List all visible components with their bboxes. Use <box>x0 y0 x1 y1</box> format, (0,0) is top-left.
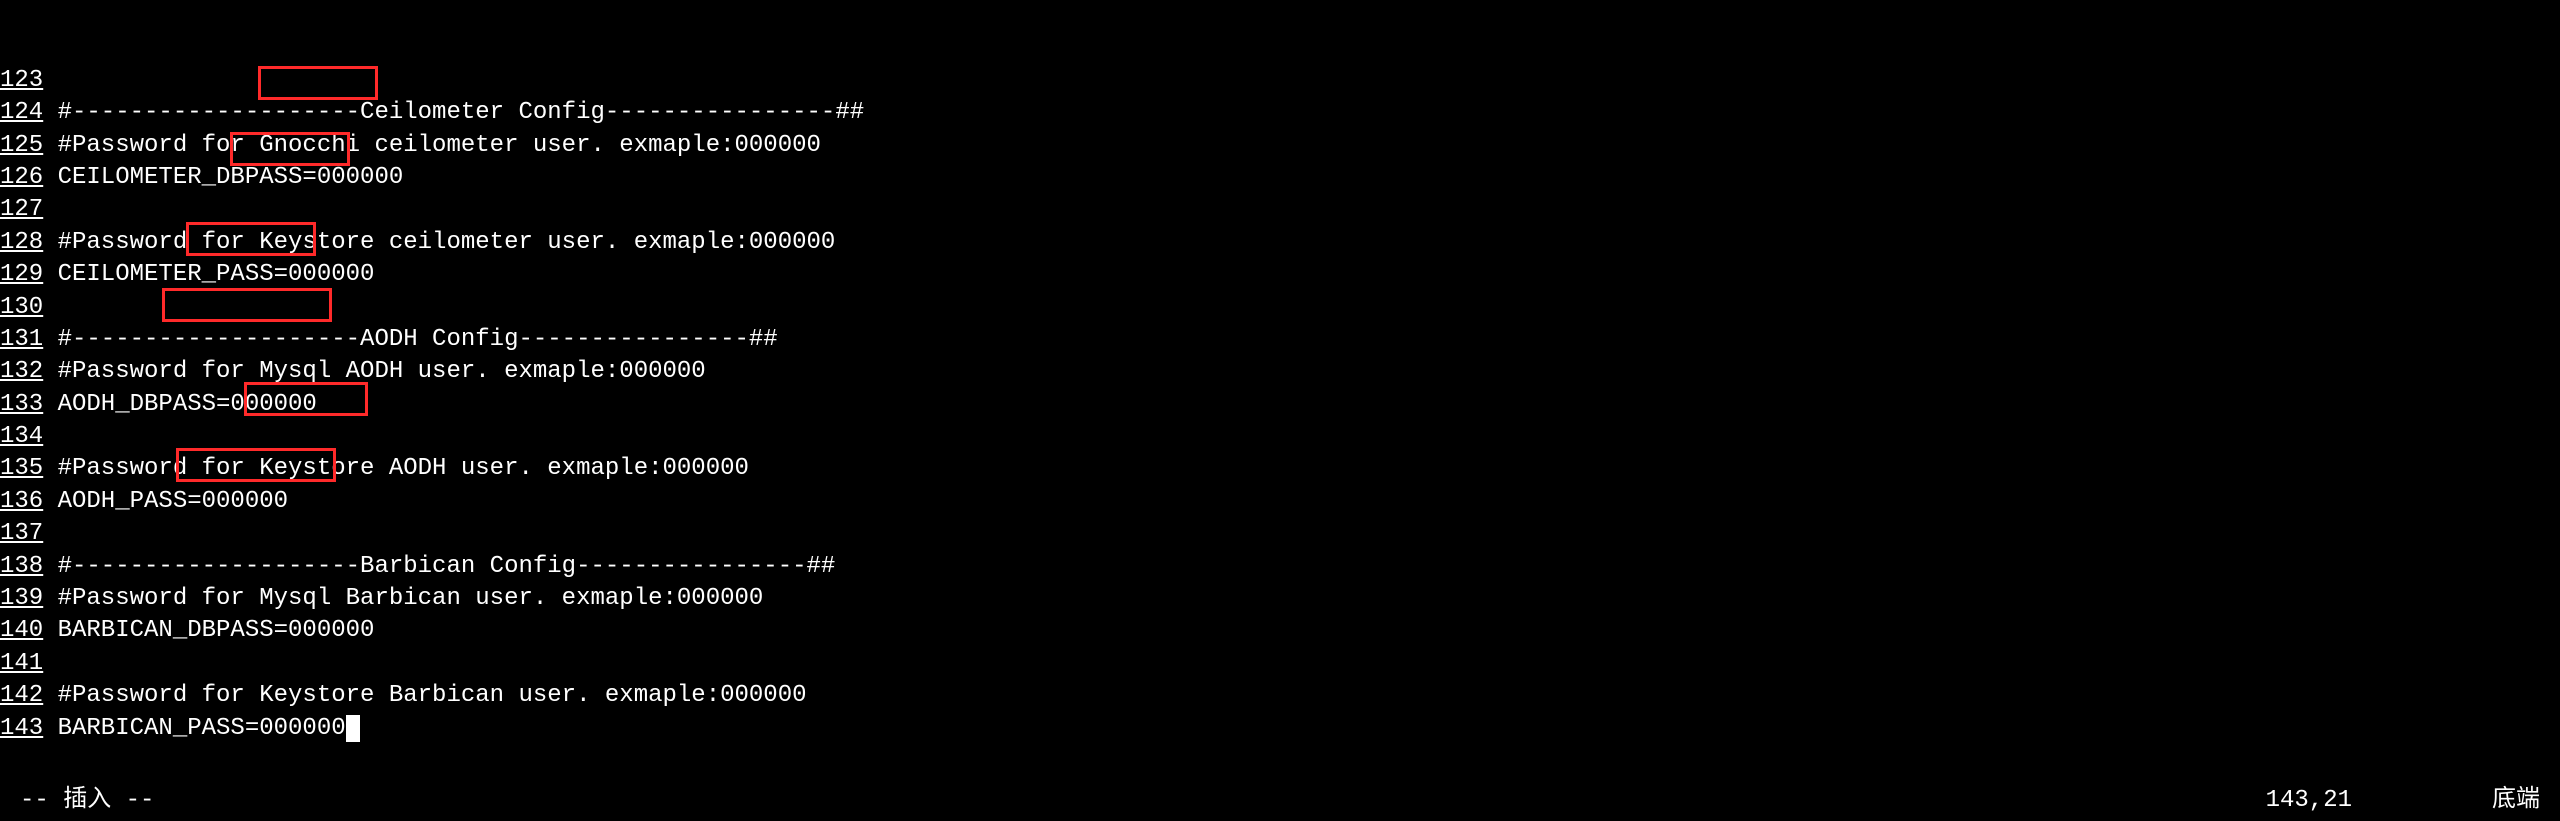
line-text: #Password for Keystore ceilometer user. … <box>58 227 836 259</box>
code-line: 131 #--------------------AODH Config-----… <box>0 324 2560 356</box>
line-text: CEILOMETER_DBPASS=000000 <box>58 162 404 194</box>
line-number: 136 <box>0 486 43 518</box>
code-line: 143 BARBICAN_PASS=000000 <box>0 713 2560 745</box>
code-line: 141 <box>0 648 2560 680</box>
line-number: 139 <box>0 583 43 615</box>
line-text: #Password for Keystore Barbican user. ex… <box>58 680 807 712</box>
line-number: 141 <box>0 648 43 680</box>
cursor <box>346 715 360 742</box>
line-number: 125 <box>0 130 43 162</box>
line-number: 129 <box>0 259 43 291</box>
code-line: 126 CEILOMETER_DBPASS=000000 <box>0 162 2560 194</box>
line-text: #--------------------Barbican Config----… <box>58 551 836 583</box>
line-number: 126 <box>0 162 43 194</box>
line-number: 142 <box>0 680 43 712</box>
line-text: AODH_DBPASS=000000 <box>58 389 317 421</box>
line-number: 132 <box>0 356 43 388</box>
line-text: BARBICAN_DBPASS=000000 <box>58 615 375 647</box>
line-number: 143 <box>0 713 43 745</box>
vim-mode: -- 插入 -- <box>20 785 154 817</box>
line-text: BARBICAN_PASS=000000 <box>58 713 360 745</box>
line-number: 135 <box>0 453 43 485</box>
vim-scroll-pos: 底端 <box>2492 785 2540 817</box>
code-line: 129 CEILOMETER_PASS=000000 <box>0 259 2560 291</box>
code-line: 139 #Password for Mysql Barbican user. ex… <box>0 583 2560 615</box>
line-number: 124 <box>0 97 43 129</box>
line-text: #--------------------Ceilometer Config--… <box>58 97 865 129</box>
line-number: 123 <box>0 65 43 97</box>
code-line: 134 <box>0 421 2560 453</box>
code-line: 125 #Password for Gnocchi ceilometer user… <box>0 130 2560 162</box>
line-number: 137 <box>0 518 43 550</box>
code-line: 137 <box>0 518 2560 550</box>
line-text: AODH_PASS=000000 <box>58 486 288 518</box>
line-number: 134 <box>0 421 43 453</box>
vim-cursor-pos: 143,21 <box>2266 785 2352 817</box>
line-text: #Password for Mysql Barbican user. exmap… <box>58 583 764 615</box>
code-line: 124 #--------------------Ceilometer Confi… <box>0 97 2560 129</box>
code-line: 142 #Password for Keystore Barbican user.… <box>0 680 2560 712</box>
code-line: 132 #Password for Mysql AODH user. exmapl… <box>0 356 2560 388</box>
code-line: 135 #Password for Keystore AODH user. exm… <box>0 453 2560 485</box>
code-line: 138 #--------------------Barbican Config-… <box>0 551 2560 583</box>
code-line: 130 <box>0 292 2560 324</box>
code-line: 123 <box>0 65 2560 97</box>
line-text: #--------------------AODH Config--------… <box>58 324 778 356</box>
line-number: 128 <box>0 227 43 259</box>
line-text: CEILOMETER_PASS=000000 <box>58 259 375 291</box>
line-number: 133 <box>0 389 43 421</box>
line-text: #Password for Gnocchi ceilometer user. e… <box>58 130 821 162</box>
line-number: 127 <box>0 194 43 226</box>
vim-editor[interactable]: 123124 #--------------------Ceilometer Co… <box>0 0 2560 821</box>
code-lines: 123124 #--------------------Ceilometer Co… <box>0 65 2560 745</box>
line-number: 138 <box>0 551 43 583</box>
code-line: 140 BARBICAN_DBPASS=000000 <box>0 615 2560 647</box>
line-text: #Password for Keystore AODH user. exmapl… <box>58 453 749 485</box>
line-number: 140 <box>0 615 43 647</box>
code-line: 133 AODH_DBPASS=000000 <box>0 389 2560 421</box>
line-number: 131 <box>0 324 43 356</box>
code-line: 136 AODH_PASS=000000 <box>0 486 2560 518</box>
line-text: #Password for Mysql AODH user. exmaple:0… <box>58 356 706 388</box>
vim-status-bar: -- 插入 -- 143,21 底端 <box>0 785 2560 821</box>
code-line: 127 <box>0 194 2560 226</box>
line-number: 130 <box>0 292 43 324</box>
code-line: 128 #Password for Keystore ceilometer use… <box>0 227 2560 259</box>
